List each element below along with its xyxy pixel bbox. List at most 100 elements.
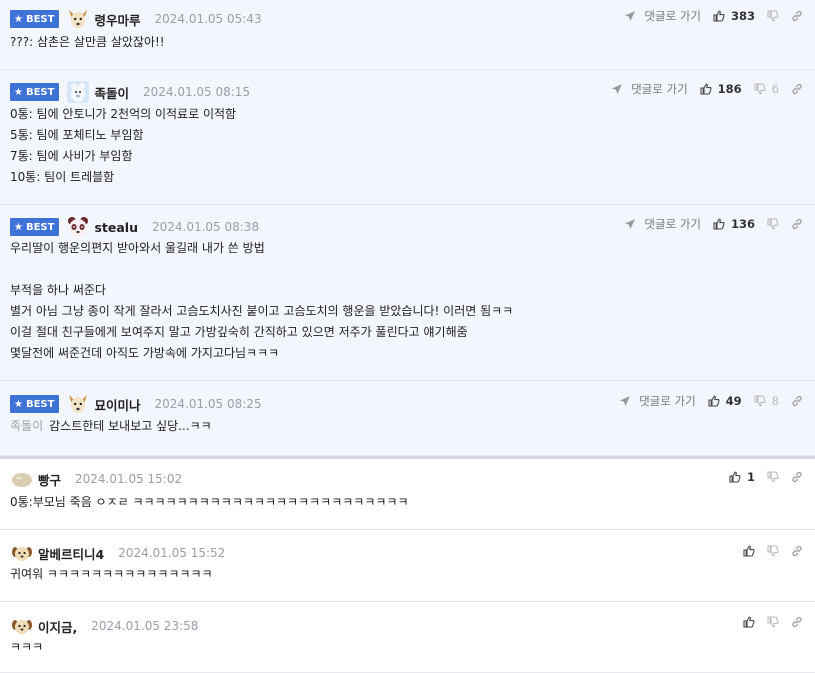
avatar[interactable] <box>10 614 34 638</box>
best-badge-label: BEST <box>25 398 55 410</box>
copy-link-button[interactable] <box>791 10 803 22</box>
comment-actions: 댓글로 가기 383 <box>612 6 803 26</box>
best-badge: ★ BEST <box>10 395 60 413</box>
star-icon: ★ <box>14 13 23 25</box>
comment-header: ★ BEST 묘이미나 2024.01.05 08:25 <box>10 392 262 416</box>
comment-body: ㅋㅋㅋ <box>10 637 43 658</box>
comment-text: 7통: 팀에 사비가 부임함 <box>10 149 133 163</box>
like-button[interactable]: 1 <box>729 470 755 484</box>
comment-text: 이걸 절대 친구들에게 보여주지 말고 가방깊숙히 간직하고 있으면 저주가 풀… <box>10 325 468 339</box>
link-icon <box>791 545 803 557</box>
best-badge: ★ BEST <box>10 10 60 28</box>
go-to-comment-link[interactable]: 댓글로 가기 <box>619 393 696 409</box>
thumbs-down-icon <box>767 616 779 628</box>
avatar[interactable] <box>66 392 90 416</box>
author-nickname[interactable]: 알베르티니4 <box>38 544 104 563</box>
comment-header: 이지금, 2024.01.05 23:58 <box>10 614 198 638</box>
like-button[interactable]: 136 <box>713 217 755 231</box>
comment-line: 족돌이 감스트한테 보내보고 싶당...ㅋㅋ <box>10 416 212 437</box>
like-button[interactable]: 49 <box>708 394 742 408</box>
avatar[interactable] <box>66 80 90 104</box>
author-nickname[interactable]: stealu <box>94 220 138 235</box>
author-nickname[interactable]: 묘이미나 <box>94 395 140 414</box>
best-badge-label: BEST <box>25 221 55 233</box>
comment-date: 2024.01.05 08:15 <box>142 85 251 99</box>
go-to-comment-label: 댓글로 가기 <box>644 217 701 231</box>
avatar[interactable] <box>10 467 34 491</box>
comment-text: ㅋㅋㅋ <box>10 640 44 654</box>
copy-link-button[interactable] <box>791 545 803 557</box>
best-comment: ★ BEST 족돌이 2024.01.05 08:15 댓글로 가기 186 6 0통: 팀에… <box>0 70 815 205</box>
comment-body: 0통: 팀에 안토니가 2천억의 이적료로 이적함 5통: 팀에 포체티노 부임함… <box>10 104 236 188</box>
comment-date: 2024.01.05 23:58 <box>91 619 199 633</box>
copy-link-button[interactable] <box>791 616 803 628</box>
send-arrow-icon <box>619 395 635 407</box>
comment-line: ???: 삼촌은 살만큼 살았잖아!! <box>10 32 165 53</box>
thumbs-down-icon <box>767 471 779 483</box>
comment-line: 이걸 절대 친구들에게 보여주지 말고 가방깊숙히 간직하고 있으면 저주가 풀… <box>10 322 513 343</box>
star-icon: ★ <box>14 86 23 98</box>
dislike-button[interactable] <box>767 471 779 483</box>
author-nickname[interactable]: 이지금, <box>38 617 77 636</box>
comment-date: 2024.01.05 08:25 <box>154 397 262 411</box>
author-nickname[interactable]: 령우마루 <box>94 10 140 29</box>
go-to-comment-label: 댓글로 가기 <box>631 82 688 96</box>
dislike-button[interactable] <box>767 616 779 628</box>
avatar[interactable] <box>66 7 90 31</box>
like-button[interactable] <box>743 545 755 557</box>
dislike-button[interactable]: 8 <box>754 394 779 408</box>
comment-line: 우리딸이 행운의편지 받아와서 울길래 내가 쓴 방법 <box>10 238 513 259</box>
link-icon <box>791 471 803 483</box>
comment-line: 0통: 팀에 안토니가 2천억의 이적료로 이적함 <box>10 104 236 125</box>
like-count: 136 <box>730 217 755 231</box>
dislike-button[interactable] <box>767 10 779 22</box>
comment: 알베르티니4 2024.01.05 15:52 귀여워 ㅋㅋㅋㅋㅋㅋㅋㅋㅋㅋㅋㅋㅋㅋ… <box>0 530 815 602</box>
best-badge: ★ BEST <box>10 83 60 101</box>
best-comment: ★ BEST stealu 2024.01.05 08:38 댓글로 가기 136 우리딸이… <box>0 205 815 381</box>
comment-list: ★ BEST 령우마루 2024.01.05 05:43 댓글로 가기 383???: 삼… <box>0 0 815 673</box>
comment-text: 10통: 팀이 트레블함 <box>10 170 115 184</box>
dislike-button[interactable]: 6 <box>754 82 779 96</box>
go-to-comment-link[interactable]: 댓글로 가기 <box>611 81 688 97</box>
comment-actions: 댓글로 가기 136 <box>612 214 803 234</box>
link-icon <box>791 10 803 22</box>
go-to-comment-link[interactable]: 댓글로 가기 <box>624 8 701 24</box>
comment-text: 우리딸이 행운의편지 받아와서 울길래 내가 쓴 방법 <box>10 241 265 255</box>
author-nickname[interactable]: 빵구 <box>38 470 61 489</box>
comment-text: 귀여워 ㅋㅋㅋㅋㅋㅋㅋㅋㅋㅋㅋㅋㅋㅋㅋ <box>10 567 213 581</box>
comment-date: 2024.01.05 08:38 <box>151 220 260 234</box>
link-icon <box>791 218 803 230</box>
go-to-comment-label: 댓글로 가기 <box>644 9 701 23</box>
comment-header: ★ BEST 령우마루 2024.01.05 05:43 <box>10 7 262 31</box>
comment: 빵구 2024.01.05 15:02 1 0통:부모님 죽음 ㅇㅈㄹ ㅋㅋㅋㅋㅋㅋㅋ… <box>0 459 815 530</box>
comment-line: 몇달전에 써준건데 아직도 가방속에 가지고다님ㅋㅋㅋ <box>10 343 513 364</box>
go-to-comment-link[interactable]: 댓글로 가기 <box>624 216 701 232</box>
comment-text: ???: 삼촌은 살만큼 살았잖아!! <box>10 35 165 49</box>
copy-link-button[interactable] <box>791 395 803 407</box>
dislike-button[interactable] <box>767 218 779 230</box>
like-button[interactable]: 186 <box>700 82 742 96</box>
comment-actions <box>731 541 803 561</box>
comment-text: 감스트한테 보내보고 싶당...ㅋㅋ <box>49 419 212 433</box>
comment-actions <box>731 612 803 632</box>
avatar[interactable] <box>10 541 34 565</box>
best-comment: ★ BEST 묘이미나 2024.01.05 08:25 댓글로 가기 49 8 족돌이 감스트… <box>0 381 815 456</box>
comment-body: 족돌이 감스트한테 보내보고 싶당...ㅋㅋ <box>10 416 212 437</box>
like-button[interactable]: 383 <box>713 9 755 23</box>
copy-link-button[interactable] <box>791 83 803 95</box>
mention-tag[interactable]: 족돌이 <box>10 419 43 433</box>
copy-link-button[interactable] <box>791 218 803 230</box>
thumbs-down-icon <box>754 83 766 95</box>
author-nickname[interactable]: 족돌이 <box>94 83 129 102</box>
like-button[interactable] <box>743 616 755 628</box>
avatar[interactable] <box>66 215 90 239</box>
dislike-button[interactable] <box>767 545 779 557</box>
comment-line: 부적을 하나 써준다 <box>10 280 513 301</box>
comment-date: 2024.01.05 05:43 <box>154 12 262 26</box>
comment-body: 0통:부모님 죽음 ㅇㅈㄹ ㅋㅋㅋㅋㅋㅋㅋㅋㅋㅋㅋㅋㅋㅋㅋㅋㅋㅋㅋㅋㅋㅋㅋㅋㅋ <box>10 492 408 513</box>
comment-line: 5통: 팀에 포체티노 부임함 <box>10 125 236 146</box>
comment-actions: 댓글로 가기 49 8 <box>607 391 803 411</box>
like-count: 49 <box>725 394 742 408</box>
comment-body: 우리딸이 행운의편지 받아와서 울길래 내가 쓴 방법 부적을 하나 써준다 별거 … <box>10 238 513 364</box>
copy-link-button[interactable] <box>791 471 803 483</box>
